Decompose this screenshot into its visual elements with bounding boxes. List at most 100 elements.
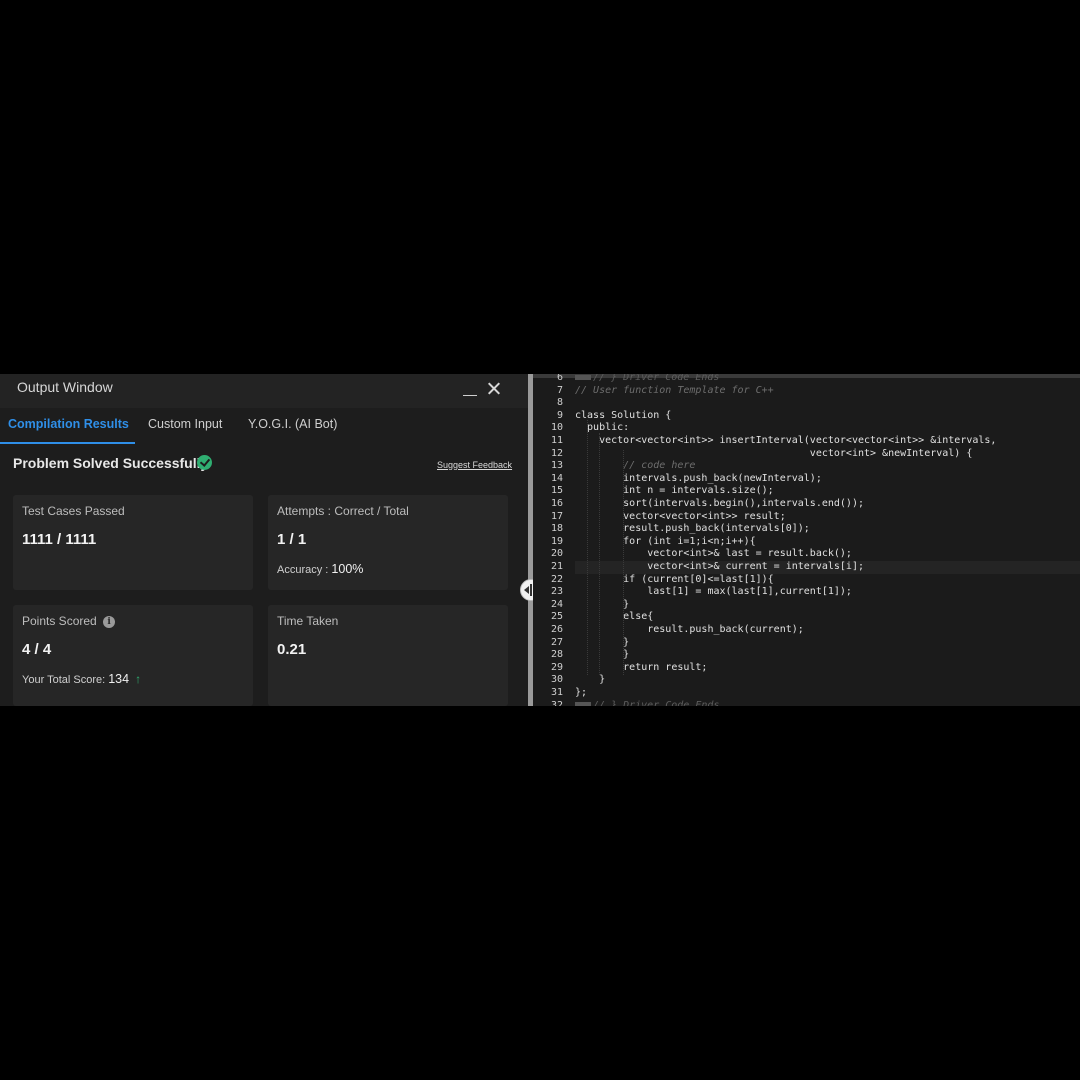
code-line[interactable]: // code here <box>575 460 695 473</box>
code-line-text: int n = intervals.size(); <box>575 485 774 497</box>
points-value: 4 / 4 <box>22 641 52 658</box>
line-number: 27 <box>550 636 563 648</box>
points-label: Points Scored <box>22 614 97 628</box>
output-window: Output Window Compilation Results Custom… <box>0 374 528 706</box>
code-line[interactable]: intervals.push_back(newInterval); <box>575 473 822 486</box>
code-line[interactable]: } <box>575 637 629 650</box>
line-number: 29 <box>550 661 563 673</box>
info-icon[interactable]: i <box>103 616 116 628</box>
line-number: 21 <box>550 561 563 572</box>
code-line-text: last[1] = max(last[1],current[1]); <box>575 586 852 598</box>
code-line[interactable]: class Solution { <box>575 410 671 423</box>
code-line[interactable]: vector<int>& last = result.back(); <box>575 548 852 561</box>
code-line[interactable]: vector<int>& current = intervals[i]; <box>575 561 1080 574</box>
total-score-label: Your Total Score: <box>22 674 106 686</box>
indent-guide <box>599 433 600 675</box>
active-tab-indicator <box>0 442 135 444</box>
code-line-text: // } Driver Code Ends <box>593 374 720 383</box>
points-label-row: Points Scored i <box>22 614 116 628</box>
line-number: 20 <box>550 548 563 560</box>
tab-custom-input[interactable]: Custom Input <box>148 417 222 431</box>
code-line-text: // code here <box>575 460 696 472</box>
fold-marker-icon[interactable] <box>575 702 591 706</box>
code-line[interactable]: result.push_back(current); <box>575 624 804 637</box>
output-tabs: Compilation Results Custom Input Y.O.G.I… <box>0 408 528 444</box>
tab-compilation-results[interactable]: Compilation Results <box>8 417 129 431</box>
code-line[interactable]: public: <box>575 422 629 435</box>
code-line-text: vector<int>& last = result.back(); <box>575 548 852 560</box>
accuracy-label: Accuracy : <box>277 564 329 576</box>
code-line[interactable]: vector<int> &newInterval) { <box>575 447 973 461</box>
code-line[interactable]: return result; <box>575 662 707 675</box>
code-editor[interactable]: 6 7 8 9 10 11 12 13 14 15 16 17 18 19 20 21 22 23 24 25 26 27… <box>533 374 1080 706</box>
code-line[interactable]: } <box>575 674 605 687</box>
code-area[interactable]: // } Driver Code Ends// User function Te… <box>575 374 1080 706</box>
code-line-text: } <box>575 598 630 610</box>
code-line[interactable]: } <box>575 649 629 662</box>
code-line-text: vector<int>& current = intervals[i]; <box>575 561 864 572</box>
attempts-label: Attempts : Correct / Total <box>277 504 409 518</box>
code-line-text: vector<vector<int>> insertInterval(vecto… <box>575 435 997 446</box>
code-line[interactable]: last[1] = max(last[1],current[1]); <box>575 586 852 599</box>
minimize-icon[interactable] <box>462 380 478 396</box>
attempts-card: Attempts : Correct / Total 1 / 1 Accurac… <box>268 495 508 590</box>
code-line[interactable]: vector<vector<int>> result; <box>575 511 786 524</box>
code-line[interactable]: if (current[0]<=last[1]){ <box>575 574 774 587</box>
line-number: 26 <box>550 624 563 635</box>
line-number: 28 <box>550 649 563 661</box>
code-line[interactable]: for (int i=1;i<n;i++){ <box>575 535 756 549</box>
test-cases-value: 1111 / 1111 <box>22 531 97 548</box>
status-title: Problem Solved Successfully <box>13 455 209 471</box>
check-circle-icon <box>197 455 212 470</box>
code-line-text: result.push_back(current); <box>575 624 804 635</box>
code-line-text: } <box>575 674 606 686</box>
line-number: 11 <box>550 435 563 446</box>
line-number: 18 <box>550 523 563 535</box>
test-cases-label: Test Cases Passed <box>22 504 125 518</box>
tab-yogi-ai-bot[interactable]: Y.O.G.I. (AI Bot) <box>248 417 337 431</box>
code-line[interactable]: result.push_back(intervals[0]); <box>575 523 810 536</box>
line-number: 7 <box>556 384 563 396</box>
time-taken-label: Time Taken <box>277 614 339 628</box>
close-icon[interactable] <box>486 380 502 396</box>
code-line[interactable]: // User function Template for C++ <box>575 385 774 398</box>
line-number: 6 <box>556 374 563 383</box>
code-line-text: for (int i=1;i<n;i++){ <box>575 535 756 547</box>
suggest-feedback-link[interactable]: Suggest Feedback <box>437 460 512 470</box>
line-number: 23 <box>550 586 563 598</box>
arrow-up-icon: ↑ <box>135 672 142 686</box>
output-window-header: Output Window <box>0 374 528 408</box>
line-number: 19 <box>550 535 563 547</box>
line-number: 31 <box>550 687 563 698</box>
code-line-text: result.push_back(intervals[0]); <box>575 523 810 535</box>
code-line-text: return result; <box>575 661 708 673</box>
line-number: 17 <box>550 510 563 522</box>
code-line-text: } <box>575 649 630 661</box>
line-number: 10 <box>550 422 563 434</box>
line-number: 22 <box>550 573 563 585</box>
attempts-value: 1 / 1 <box>277 531 307 548</box>
line-number: 32 <box>550 699 563 706</box>
test-cases-card: Test Cases Passed 1111 / 1111 <box>13 495 253 590</box>
line-number: 16 <box>550 498 563 509</box>
code-line-text: vector<int> &newInterval) { <box>575 447 973 459</box>
code-line[interactable]: // } Driver Code Ends <box>575 374 719 385</box>
points-card: Points Scored i 4 / 4 Your Total Score: … <box>13 605 253 706</box>
indent-guide <box>623 450 624 675</box>
code-line[interactable]: sort(intervals.begin(),intervals.end()); <box>575 498 864 511</box>
code-line[interactable]: vector<vector<int>> insertInterval(vecto… <box>575 435 996 448</box>
line-number: 15 <box>550 485 563 497</box>
line-number: 8 <box>556 397 563 409</box>
code-line-text: sort(intervals.begin(),intervals.end()); <box>575 498 864 509</box>
code-line-text: // User function Template for C++ <box>575 384 774 396</box>
code-line-text: intervals.push_back(newInterval); <box>575 472 822 484</box>
code-line-text: class Solution { <box>575 409 672 421</box>
fold-marker-icon[interactable] <box>575 374 591 380</box>
line-number: 25 <box>550 611 563 623</box>
code-line[interactable]: }; <box>575 687 587 700</box>
line-number: 12 <box>550 447 563 459</box>
code-line[interactable]: // } Driver Code Ends <box>575 700 719 706</box>
code-line[interactable]: } <box>575 599 629 612</box>
code-line[interactable]: int n = intervals.size(); <box>575 485 774 498</box>
indent-guide <box>587 420 588 675</box>
